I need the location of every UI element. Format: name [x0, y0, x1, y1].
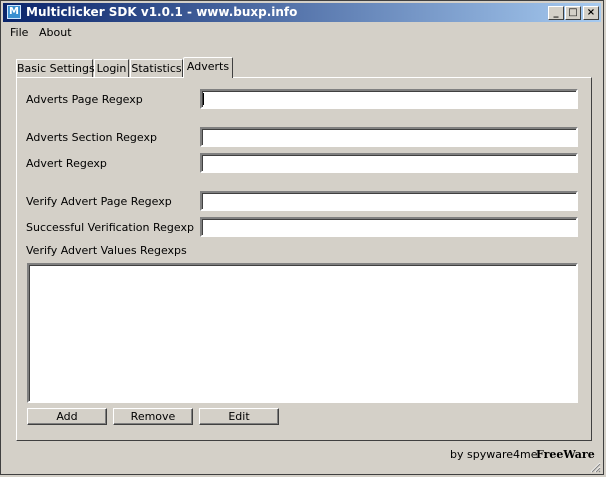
tab-login[interactable]: Login — [94, 59, 129, 77]
license-label: FreeWare — [536, 448, 595, 461]
tab-adverts[interactable]: Adverts — [183, 57, 233, 78]
resize-grip-icon[interactable] — [589, 461, 601, 473]
adverts-panel — [16, 77, 592, 441]
title-bar[interactable]: M Multiclicker SDK v1.0.1 - www.buxp.inf… — [3, 3, 601, 22]
maximize-button[interactable]: □ — [565, 6, 581, 20]
menu-file[interactable]: File — [10, 26, 28, 39]
author-credit: by spyware4me — [450, 448, 538, 461]
close-button[interactable]: × — [583, 6, 599, 20]
menu-about[interactable]: About — [39, 26, 72, 39]
tab-statistics[interactable]: Statistics — [130, 59, 183, 77]
window-title: Multiclicker SDK v1.0.1 - www.buxp.info — [26, 5, 298, 19]
app-icon: M — [7, 5, 21, 19]
tab-basic-settings[interactable]: Basic Settings — [16, 59, 95, 77]
app-window: M Multiclicker SDK v1.0.1 - www.buxp.inf… — [0, 0, 604, 475]
minimize-button[interactable]: _ — [548, 6, 564, 20]
menu-bar: File About — [3, 23, 601, 42]
